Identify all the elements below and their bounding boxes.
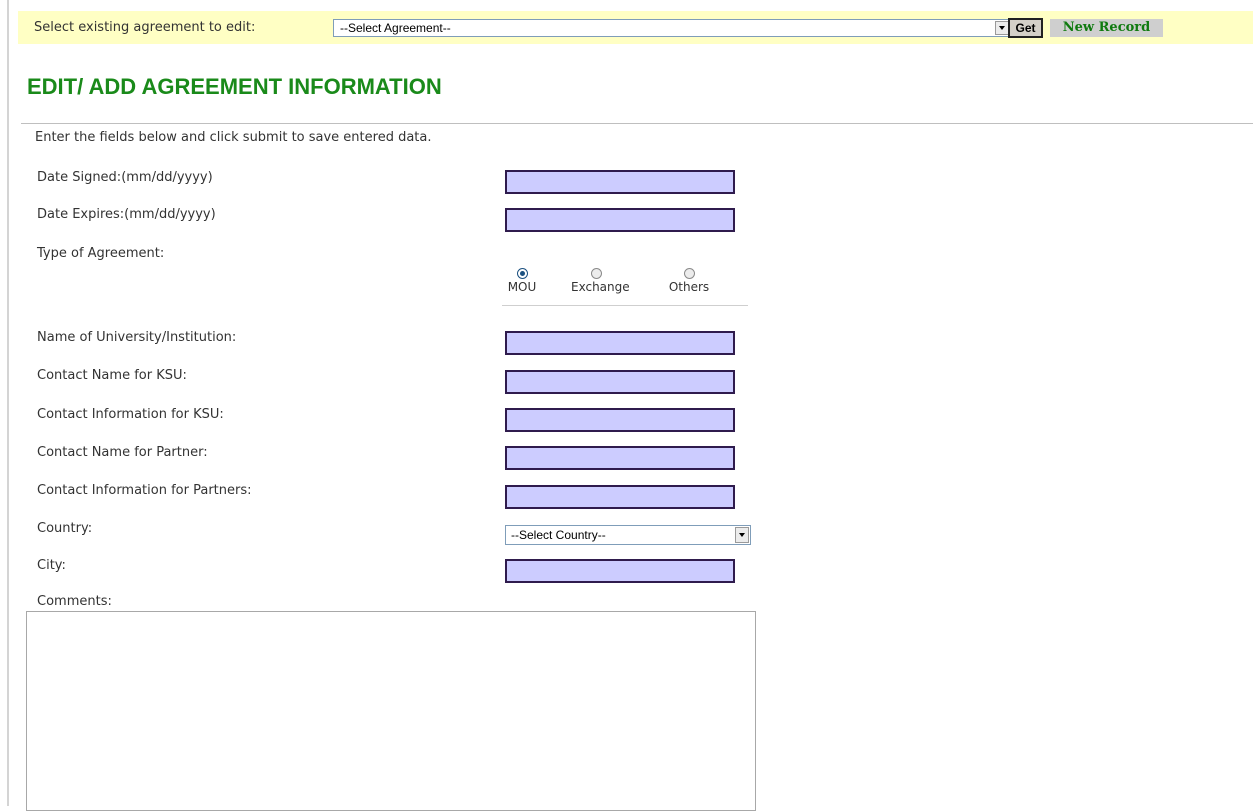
chevron-down-icon[interactable] [995, 21, 1009, 35]
agreement-select-label: Select existing agreement to edit: [34, 20, 256, 35]
comments-textarea[interactable] [26, 611, 756, 811]
contact-name-ksu-input[interactable] [505, 370, 735, 394]
university-label: Name of University/Institution: [37, 330, 237, 345]
title-divider [21, 123, 1253, 124]
date-signed-input[interactable] [505, 170, 735, 194]
radio-label-exchange: Exchange [571, 280, 630, 294]
radio-button-mou[interactable] [516, 268, 528, 279]
agreement-selector-bar: Select existing agreement to edit: --Sel… [18, 11, 1253, 44]
contact-info-partners-label: Contact Information for Partners: [37, 483, 252, 498]
country-select[interactable]: --Select Country-- [505, 525, 751, 545]
new-record-button[interactable]: New Record [1050, 19, 1163, 37]
contact-name-ksu-label: Contact Name for KSU: [37, 368, 187, 383]
contact-name-partner-label: Contact Name for Partner: [37, 445, 208, 460]
radio-group-divider [502, 305, 748, 306]
radio-button-exchange[interactable] [590, 268, 602, 279]
left-border [7, 0, 9, 806]
country-label: Country: [37, 521, 93, 536]
agreement-select[interactable]: --Select Agreement-- [333, 19, 1011, 37]
chevron-down-icon[interactable] [735, 527, 749, 543]
agreement-type-label: Type of Agreement: [37, 246, 165, 261]
comments-label: Comments: [37, 594, 112, 609]
city-label: City: [37, 558, 66, 573]
contact-info-ksu-input[interactable] [505, 408, 735, 432]
country-select-value: --Select Country-- [511, 528, 606, 542]
city-input[interactable] [505, 559, 735, 583]
date-signed-label: Date Signed:(mm/dd/yyyy) [37, 170, 213, 185]
radio-option-exchange[interactable]: Exchange [571, 268, 630, 294]
radio-button-others[interactable] [683, 268, 695, 279]
contact-name-partner-input[interactable] [505, 446, 735, 470]
radio-label-others: Others [668, 280, 710, 294]
contact-info-partners-input[interactable] [505, 485, 735, 509]
radio-label-mou: MOU [507, 280, 537, 294]
date-expires-label: Date Expires:(mm/dd/yyyy) [37, 207, 216, 222]
contact-info-ksu-label: Contact Information for KSU: [37, 407, 224, 422]
page-title: EDIT/ ADD AGREEMENT INFORMATION [27, 74, 442, 99]
radio-option-mou[interactable]: MOU [502, 268, 542, 294]
date-expires-input[interactable] [505, 208, 735, 232]
university-input[interactable] [505, 331, 735, 355]
radio-option-others[interactable]: Others [666, 268, 712, 294]
agreement-select-value: --Select Agreement-- [340, 21, 451, 35]
get-button[interactable]: Get [1008, 18, 1043, 38]
form-instructions: Enter the fields below and click submit … [35, 130, 432, 145]
